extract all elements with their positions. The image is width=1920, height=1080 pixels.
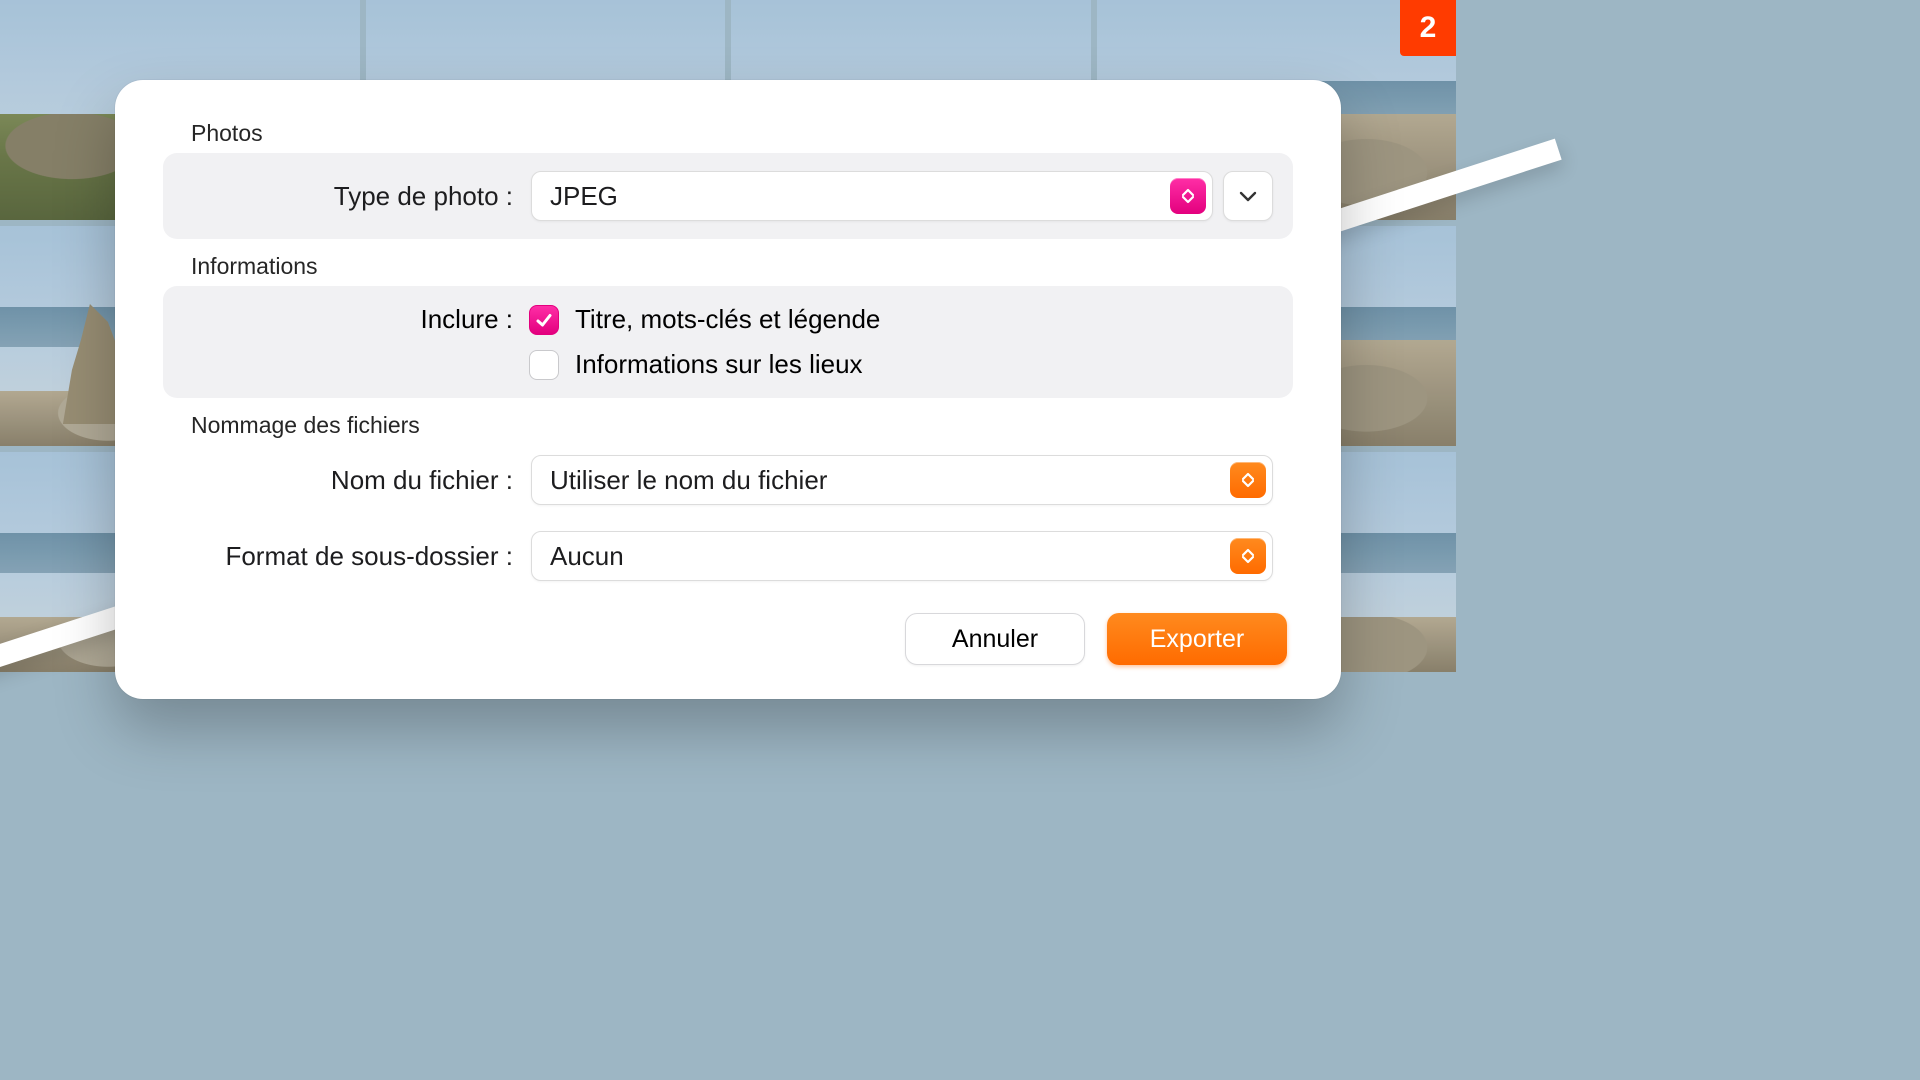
subfolder-select[interactable]: Aucun: [531, 531, 1273, 581]
checkbox-location-info[interactable]: [529, 350, 559, 380]
subfolder-label: Format de sous-dossier :: [183, 541, 513, 572]
filename-value: Utiliser le nom du fichier: [550, 465, 827, 496]
checkmark-icon: [534, 310, 554, 330]
advanced-disclosure-button[interactable]: [1223, 171, 1273, 221]
step-badge: 2: [1400, 0, 1456, 56]
checkbox-location-info-label: Informations sur les lieux: [575, 349, 863, 380]
updown-icon: [1230, 538, 1266, 574]
filename-label: Nom du fichier :: [183, 465, 513, 496]
photos-panel: Type de photo : JPEG: [163, 153, 1293, 239]
photo-type-label: Type de photo :: [183, 181, 513, 212]
checkbox-title-keywords-label: Titre, mots-clés et légende: [575, 304, 880, 335]
checkbox-title-keywords[interactable]: [529, 305, 559, 335]
updown-icon: [1230, 462, 1266, 498]
cancel-button[interactable]: Annuler: [905, 613, 1085, 665]
chevron-down-icon: [1239, 190, 1257, 202]
updown-icon: [1170, 178, 1206, 214]
section-title-naming: Nommage des fichiers: [191, 412, 1293, 439]
export-button[interactable]: Exporter: [1107, 613, 1287, 665]
section-title-photos: Photos: [191, 120, 1293, 147]
export-dialog: Photos Type de photo : JPEG Informations: [115, 80, 1341, 699]
filename-select[interactable]: Utiliser le nom du fichier: [531, 455, 1273, 505]
include-label: Inclure :: [183, 304, 513, 335]
naming-panel: Nom du fichier : Utiliser le nom du fich…: [163, 445, 1293, 585]
section-title-info: Informations: [191, 253, 1293, 280]
info-panel: Inclure : Titre, mots-clés et légende In…: [163, 286, 1293, 398]
photo-type-value: JPEG: [550, 181, 618, 212]
dialog-footer: Annuler Exporter: [163, 613, 1293, 665]
photo-type-select[interactable]: JPEG: [531, 171, 1213, 221]
subfolder-value: Aucun: [550, 541, 624, 572]
